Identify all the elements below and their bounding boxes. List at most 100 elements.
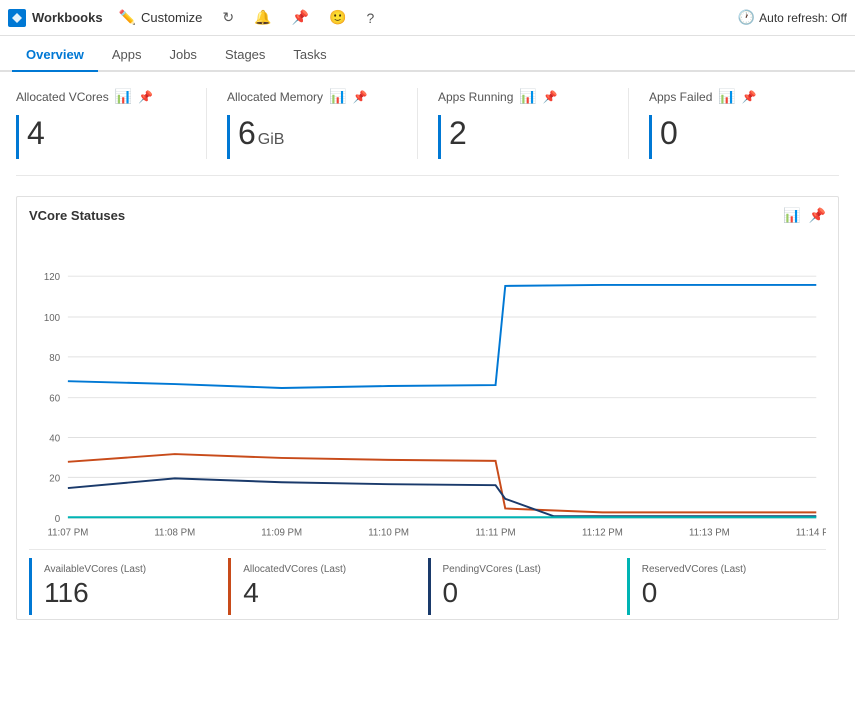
tab-apps[interactable]: Apps xyxy=(98,39,156,72)
vcores-chart-icon[interactable]: 📊 xyxy=(115,88,132,105)
customize-icon: ✏️ xyxy=(119,9,136,26)
legend-pending-vcores-value: 0 xyxy=(443,577,615,609)
chart-container: 120 100 80 60 40 20 0 11:07 PM 11:08 PM … xyxy=(29,232,826,545)
refresh-button[interactable]: ↻ xyxy=(218,9,238,26)
metric-header-memory: Allocated Memory 📊 📌 xyxy=(227,88,397,105)
svg-text:11:12 PM: 11:12 PM xyxy=(582,528,623,539)
metric-value-memory: 6 GiB xyxy=(227,115,397,159)
svg-text:11:11 PM: 11:11 PM xyxy=(475,528,515,539)
clock-icon: 🕐 xyxy=(738,9,755,26)
pin-button[interactable]: 📌 xyxy=(288,9,313,26)
auto-refresh-label: Auto refresh: Off xyxy=(759,11,847,25)
vcore-statuses-chart: VCore Statuses 📊 📌 120 1 xyxy=(16,196,839,620)
memory-chart-icon[interactable]: 📊 xyxy=(329,88,346,105)
memory-unit: GiB xyxy=(258,131,285,149)
main-content: Allocated VCores 📊 📌 4 Allocated Memory … xyxy=(0,72,855,620)
chart-legend: AvailableVCores (Last) 116 AllocatedVCor… xyxy=(29,549,826,619)
metric-header-apps-running: Apps Running 📊 📌 xyxy=(438,88,608,105)
chart-title: VCore Statuses xyxy=(29,208,125,223)
metric-allocated-vcores: Allocated VCores 📊 📌 4 xyxy=(16,88,207,159)
nav-tabs: Overview Apps Jobs Stages Tasks xyxy=(0,36,855,72)
metric-title-memory: Allocated Memory xyxy=(227,90,323,104)
memory-bar xyxy=(227,115,230,159)
metric-apps-failed: Apps Failed 📊 📌 0 xyxy=(649,88,839,159)
chart-expand-icon[interactable]: 📊 xyxy=(783,207,800,224)
notifications-button[interactable]: 🔔 xyxy=(250,9,275,26)
apps-failed-chart-icon[interactable]: 📊 xyxy=(718,88,735,105)
customize-button[interactable]: ✏️ Customize xyxy=(115,9,207,26)
apps-running-chart-icon[interactable]: 📊 xyxy=(519,88,536,105)
tab-overview[interactable]: Overview xyxy=(12,39,98,72)
svg-text:120: 120 xyxy=(44,272,61,283)
metric-header-vcores: Allocated VCores 📊 📌 xyxy=(16,88,186,105)
workbooks-link[interactable]: Workbooks xyxy=(8,9,103,27)
metric-value-vcores: 4 xyxy=(16,115,186,159)
svg-text:11:08 PM: 11:08 PM xyxy=(154,528,195,539)
smiley-icon: 🙂 xyxy=(329,9,346,26)
svg-text:0: 0 xyxy=(55,514,61,525)
svg-text:20: 20 xyxy=(49,473,60,484)
svg-text:11:07 PM: 11:07 PM xyxy=(47,528,88,539)
metric-apps-running: Apps Running 📊 📌 2 xyxy=(438,88,629,159)
legend-allocated-vcores-label: AllocatedVCores (Last) xyxy=(243,564,415,575)
memory-pin-icon[interactable]: 📌 xyxy=(352,90,367,104)
vcore-svg: 120 100 80 60 40 20 0 11:07 PM 11:08 PM … xyxy=(29,232,826,542)
pin-icon: 📌 xyxy=(292,9,309,26)
svg-text:80: 80 xyxy=(49,353,60,364)
allocated-vcores-line xyxy=(68,454,816,512)
chart-header: VCore Statuses 📊 📌 xyxy=(29,207,826,224)
vcores-bar xyxy=(16,115,19,159)
metric-value-apps-running: 2 xyxy=(438,115,608,159)
apps-failed-number: 0 xyxy=(660,115,678,152)
pending-vcores-line xyxy=(68,478,816,516)
svg-text:11:14 PM: 11:14 PM xyxy=(796,528,826,539)
chart-actions: 📊 📌 xyxy=(783,207,826,224)
legend-pending-vcores-label: PendingVCores (Last) xyxy=(443,564,615,575)
refresh-circle-icon: ↻ xyxy=(222,9,234,26)
help-icon: ? xyxy=(366,10,374,26)
svg-text:40: 40 xyxy=(49,433,60,444)
metric-value-apps-failed: 0 xyxy=(649,115,819,159)
chart-pin-icon[interactable]: 📌 xyxy=(809,207,826,224)
topbar: Workbooks ✏️ Customize ↻ 🔔 📌 🙂 ? 🕐 Auto … xyxy=(0,0,855,36)
metrics-row: Allocated VCores 📊 📌 4 Allocated Memory … xyxy=(16,88,839,176)
apps-running-number: 2 xyxy=(449,115,467,152)
legend-reserved-vcores-value: 0 xyxy=(642,577,814,609)
legend-reserved-vcores-label: ReservedVCores (Last) xyxy=(642,564,814,575)
memory-number: 6 xyxy=(238,115,256,152)
apps-failed-pin-icon[interactable]: 📌 xyxy=(742,90,757,104)
legend-pending-vcores: PendingVCores (Last) 0 xyxy=(428,558,627,615)
svg-text:60: 60 xyxy=(49,394,60,405)
svg-text:11:10 PM: 11:10 PM xyxy=(368,528,409,539)
metric-title-apps-failed: Apps Failed xyxy=(649,90,712,104)
vcores-number: 4 xyxy=(27,115,45,152)
metric-title-vcores: Allocated VCores xyxy=(16,90,109,104)
legend-available-vcores-label: AvailableVCores (Last) xyxy=(44,564,216,575)
tab-tasks[interactable]: Tasks xyxy=(279,39,340,72)
workbooks-label: Workbooks xyxy=(32,10,103,25)
metric-allocated-memory: Allocated Memory 📊 📌 6 GiB xyxy=(227,88,418,159)
tab-jobs[interactable]: Jobs xyxy=(155,39,210,72)
apps-running-bar xyxy=(438,115,441,159)
apps-running-pin-icon[interactable]: 📌 xyxy=(543,90,558,104)
legend-reserved-vcores: ReservedVCores (Last) 0 xyxy=(627,558,826,615)
svg-text:11:13 PM: 11:13 PM xyxy=(689,528,730,539)
legend-allocated-vcores: AllocatedVCores (Last) 4 xyxy=(228,558,427,615)
tab-stages[interactable]: Stages xyxy=(211,39,279,72)
metric-header-apps-failed: Apps Failed 📊 📌 xyxy=(649,88,819,105)
vcores-pin-icon[interactable]: 📌 xyxy=(138,90,153,104)
feedback-button[interactable]: 🙂 xyxy=(325,9,350,26)
legend-allocated-vcores-value: 4 xyxy=(243,577,415,609)
customize-label: Customize xyxy=(141,10,202,25)
legend-available-vcores-value: 116 xyxy=(44,577,216,609)
help-button[interactable]: ? xyxy=(362,10,378,26)
bell-icon: 🔔 xyxy=(254,9,271,26)
svg-text:11:09 PM: 11:09 PM xyxy=(261,528,302,539)
metric-title-apps-running: Apps Running xyxy=(438,90,513,104)
workbooks-icon xyxy=(8,9,26,27)
available-vcores-line xyxy=(68,285,816,388)
auto-refresh-status[interactable]: 🕐 Auto refresh: Off xyxy=(738,9,847,26)
legend-available-vcores: AvailableVCores (Last) 116 xyxy=(29,558,228,615)
apps-failed-bar xyxy=(649,115,652,159)
svg-text:100: 100 xyxy=(44,313,61,324)
